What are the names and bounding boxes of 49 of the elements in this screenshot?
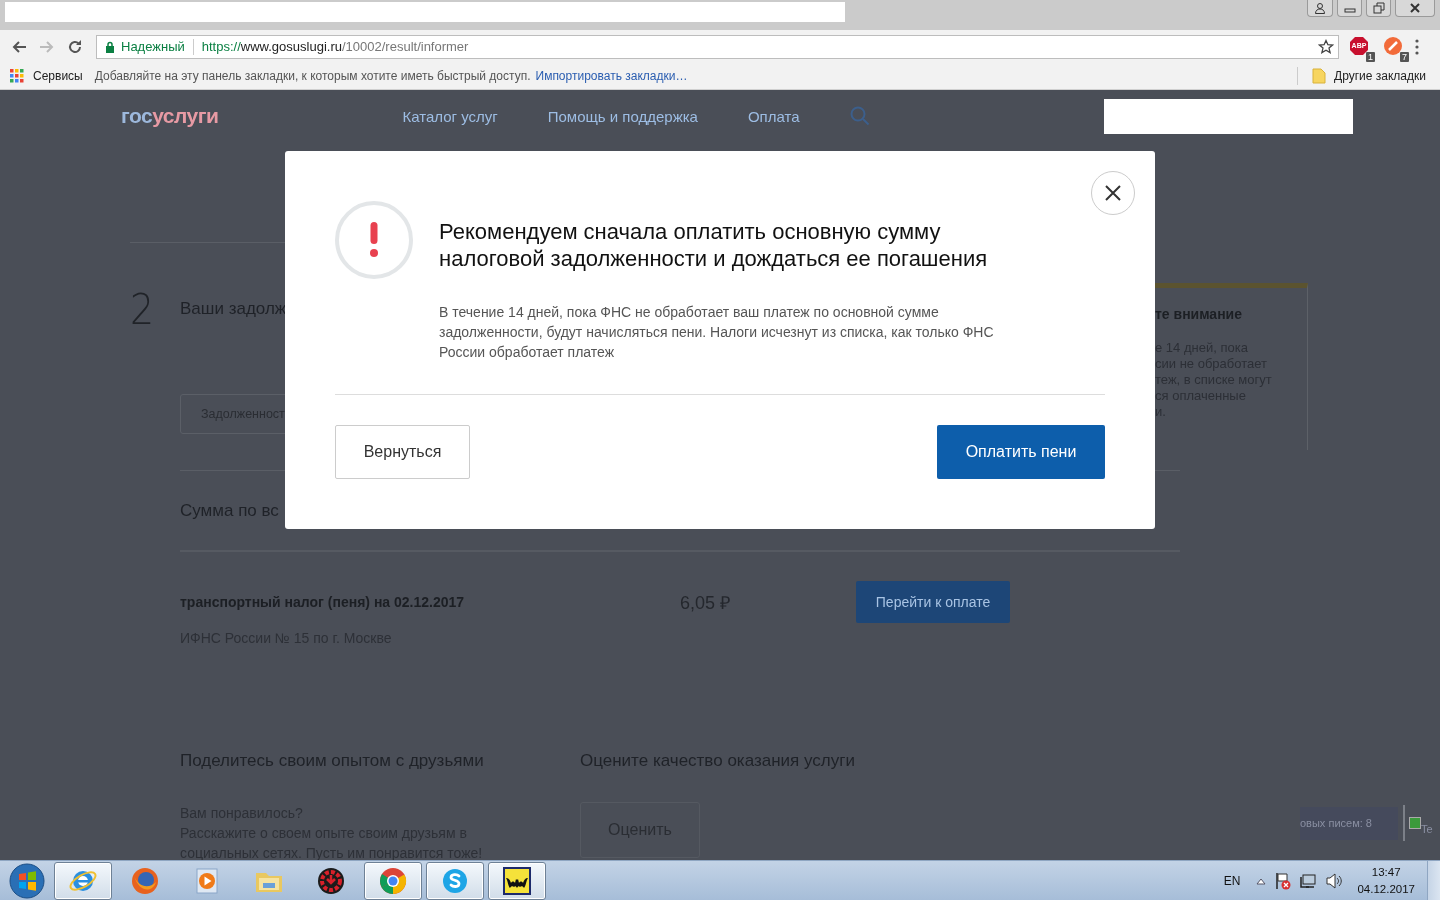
reload-icon [67, 38, 83, 55]
notification-side-text: Te [1421, 823, 1433, 835]
monitor-icon[interactable] [1300, 872, 1317, 889]
close-button[interactable] [1091, 171, 1135, 215]
back-arrow-icon [11, 38, 27, 55]
exclamation-circle-icon [335, 201, 413, 279]
other-bookmarks-button[interactable]: Другие закладки [1312, 68, 1426, 84]
tricolor-circle-icon [378, 865, 408, 896]
stop-sign-icon [1349, 35, 1369, 56]
forward-arrow-icon [39, 38, 55, 55]
nav-link[interactable]: Оплата [747, 107, 800, 125]
bookmarks-hint: Добавляйте на эту панель закладки, к которым хотите иметь быстрый доступ. [94, 69, 531, 83]
pay-penalty-button[interactable]: Оплатить пени [937, 425, 1105, 479]
security-label: Надежный [121, 39, 185, 54]
show-hidden-icons-icon[interactable] [1256, 876, 1267, 885]
restore-button[interactable] [1366, 0, 1391, 17]
import-bookmarks-link[interactable]: Импортировать закладки… [535, 69, 688, 83]
lock-icon [105, 40, 115, 53]
restore-icon [1372, 2, 1385, 14]
address-bar[interactable]: Надежный https://www.gosuslugi.ru/10002/result/informer [96, 34, 1339, 59]
nav-link[interactable]: Помощь и поддержка [547, 107, 698, 125]
menu-icon[interactable] [1415, 38, 1419, 55]
language-indicator[interactable]: EN [1223, 873, 1241, 888]
extension-badge: 7 [1400, 51, 1409, 62]
url-text: https://www.gosuslugi.ru/10002/result/informer [201, 39, 469, 54]
gear-icon [316, 865, 346, 896]
square-icon [1409, 817, 1421, 829]
speaker-icon[interactable] [1325, 872, 1344, 889]
profile-button[interactable] [1307, 0, 1333, 17]
back-button[interactable]: Вернуться [335, 425, 470, 479]
star-icon[interactable] [1318, 38, 1334, 55]
pay-button[interactable]: Перейти к оплате [856, 581, 1010, 623]
site-logo[interactable]: госуслуги [121, 104, 219, 128]
nav-link[interactable]: Каталог услуг [402, 107, 498, 125]
taskbar-app-button[interactable] [488, 861, 546, 900]
four-pane-orb-icon [8, 861, 46, 900]
close-icon [1409, 3, 1421, 13]
folder-icon [1312, 68, 1327, 84]
person-icon [1314, 2, 1326, 14]
app-grid-icon [10, 69, 24, 83]
system-clock[interactable]: 13:47 04.12.2017 [1357, 863, 1415, 898]
flag-icon[interactable] [1275, 871, 1292, 890]
extension-badge: 1 [1366, 51, 1375, 62]
mail-notification: овых писем: 8 [1300, 806, 1398, 840]
apps-shortcut[interactable]: Сервисы [10, 69, 83, 83]
close-button[interactable] [1395, 0, 1435, 17]
dialog-title: Рекомендуем сначала оплатить основную сумму налоговой задолженности и дождаться ее погашения [439, 218, 989, 272]
close-icon [1104, 184, 1122, 202]
dialog-message: В течение 14 дней, пока ФНС не обработает ваш платеж по основной сумме задолженности, будут начисляться пени. Налоги исчезнут из списка, как только ФНС России обработает платеж [439, 303, 995, 362]
